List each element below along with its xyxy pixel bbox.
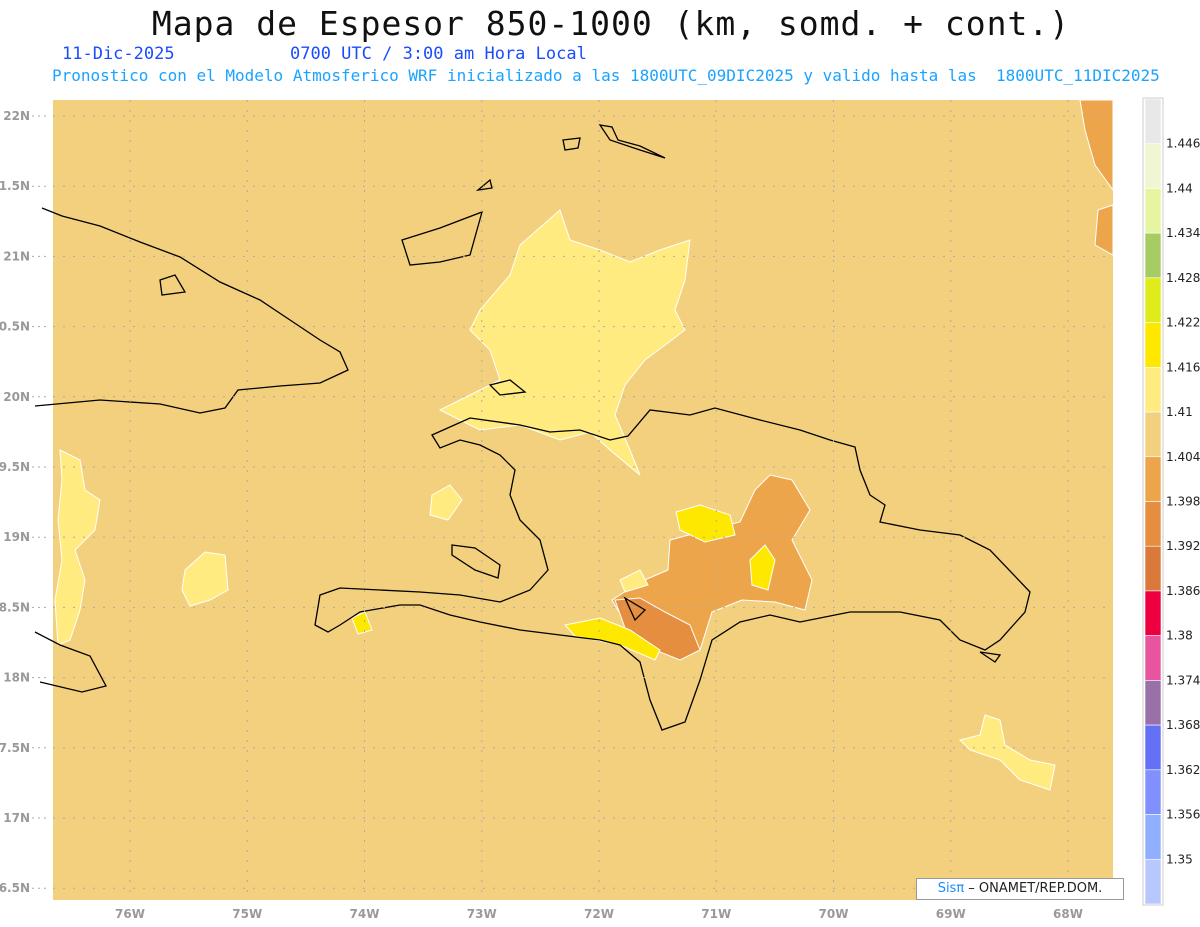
forecast-date: 11-Dic-2025 <box>62 44 175 64</box>
colorbar-swatch <box>1144 545 1162 592</box>
colorbar-label: 1.35 <box>1166 852 1193 866</box>
map-background <box>53 100 1113 900</box>
lon-label: 70W <box>819 907 849 921</box>
colorbar-label: 1.398 <box>1166 495 1200 509</box>
credit-text: – ONAMET/REP.DOM. <box>964 881 1103 896</box>
colorbar-swatch <box>1144 98 1162 145</box>
colorbar-swatch <box>1144 724 1162 771</box>
lat-label: 8.5N <box>0 600 30 614</box>
lon-label: 75W <box>232 907 262 921</box>
lon-label: 69W <box>936 907 966 921</box>
colorbar-label: 1.446 <box>1166 137 1200 151</box>
colorbar-swatch <box>1144 277 1162 323</box>
colorbar-swatch <box>1144 188 1162 234</box>
lat-label: 6.5N <box>0 881 30 895</box>
colorbar-label: 1.362 <box>1166 763 1200 777</box>
colorbar-swatch <box>1144 501 1162 547</box>
colorbar-swatch <box>1144 590 1162 636</box>
lon-label: 73W <box>467 907 497 921</box>
colorbar-swatch <box>1144 232 1162 279</box>
longitude-labels: 76W 75W 74W 73W 72W 71W 70W 69W 68W <box>115 907 1083 921</box>
lat-label: 1.5N <box>0 179 30 193</box>
credit-box: Sisπ – ONAMET/REP.DOM. <box>916 878 1124 900</box>
lat-label: 22N <box>3 109 30 123</box>
colorbar-swatch <box>1144 367 1162 413</box>
lon-label: 76W <box>115 907 145 921</box>
colorbar-label: 1.404 <box>1166 450 1200 464</box>
colorbar-swatch <box>1144 769 1162 815</box>
colorbar-swatch <box>1144 814 1162 860</box>
lat-label: 21N <box>3 249 30 263</box>
colorbar-label: 1.374 <box>1166 673 1200 687</box>
colorbar-swatch <box>1144 680 1162 726</box>
credit-brand: Sisπ <box>937 881 965 896</box>
lon-label: 68W <box>1053 907 1083 921</box>
colorbar-swatch <box>1144 411 1162 458</box>
colorbar-swatch <box>1144 635 1162 681</box>
lat-label: 7.5N <box>0 741 30 755</box>
colorbar-label: 1.356 <box>1166 808 1200 822</box>
lat-label: 9.5N <box>0 460 30 474</box>
map-title: Mapa de Espesor 850-1000 (km, somd. + co… <box>151 4 1071 43</box>
latitude-labels: 22N 1.5N 21N 0.5N 20N 9.5N 19N 8.5N 18N 7.5N 17N 6.… <box>0 109 50 895</box>
colorbar-label: 1.368 <box>1166 718 1200 732</box>
colorbar-label: 1.392 <box>1166 539 1200 553</box>
colorbar-label: 1.416 <box>1166 360 1200 374</box>
lat-label: 17N <box>3 811 30 825</box>
lat-label: 18N <box>3 671 30 685</box>
lat-label: 19N <box>3 530 30 544</box>
colorbar-swatch <box>1144 143 1162 189</box>
colorbar-label: 1.422 <box>1166 316 1200 330</box>
lon-label: 72W <box>584 907 614 921</box>
colorbar-label: 1.41 <box>1166 405 1193 419</box>
colorbar-swatch <box>1144 858 1162 905</box>
lon-label: 71W <box>701 907 731 921</box>
lat-label: 20N <box>3 390 30 404</box>
colorbar-label: 1.386 <box>1166 584 1200 598</box>
thickness-map: 22N 1.5N 21N 0.5N 20N 9.5N 19N 8.5N 18N 7.5N 17N 6.… <box>0 97 1200 921</box>
colorbar-label: 1.38 <box>1166 629 1193 643</box>
forecast-time: 0700 UTC / 3:00 am Hora Local <box>290 44 587 64</box>
colorbar-label: 1.44 <box>1166 181 1193 195</box>
lat-label: 0.5N <box>0 320 30 334</box>
forecast-subtitle: Pronostico con el Modelo Atmosferico WRF… <box>52 66 1160 85</box>
colorbar-swatch <box>1144 322 1162 368</box>
colorbar: 1.446 1.44 1.434 1.428 1.422 1.416 1.41 1.404 1.… <box>1142 97 1200 906</box>
colorbar-label: 1.434 <box>1166 226 1200 240</box>
colorbar-label: 1.428 <box>1166 271 1200 285</box>
lon-label: 74W <box>350 907 380 921</box>
colorbar-swatch <box>1144 456 1162 502</box>
